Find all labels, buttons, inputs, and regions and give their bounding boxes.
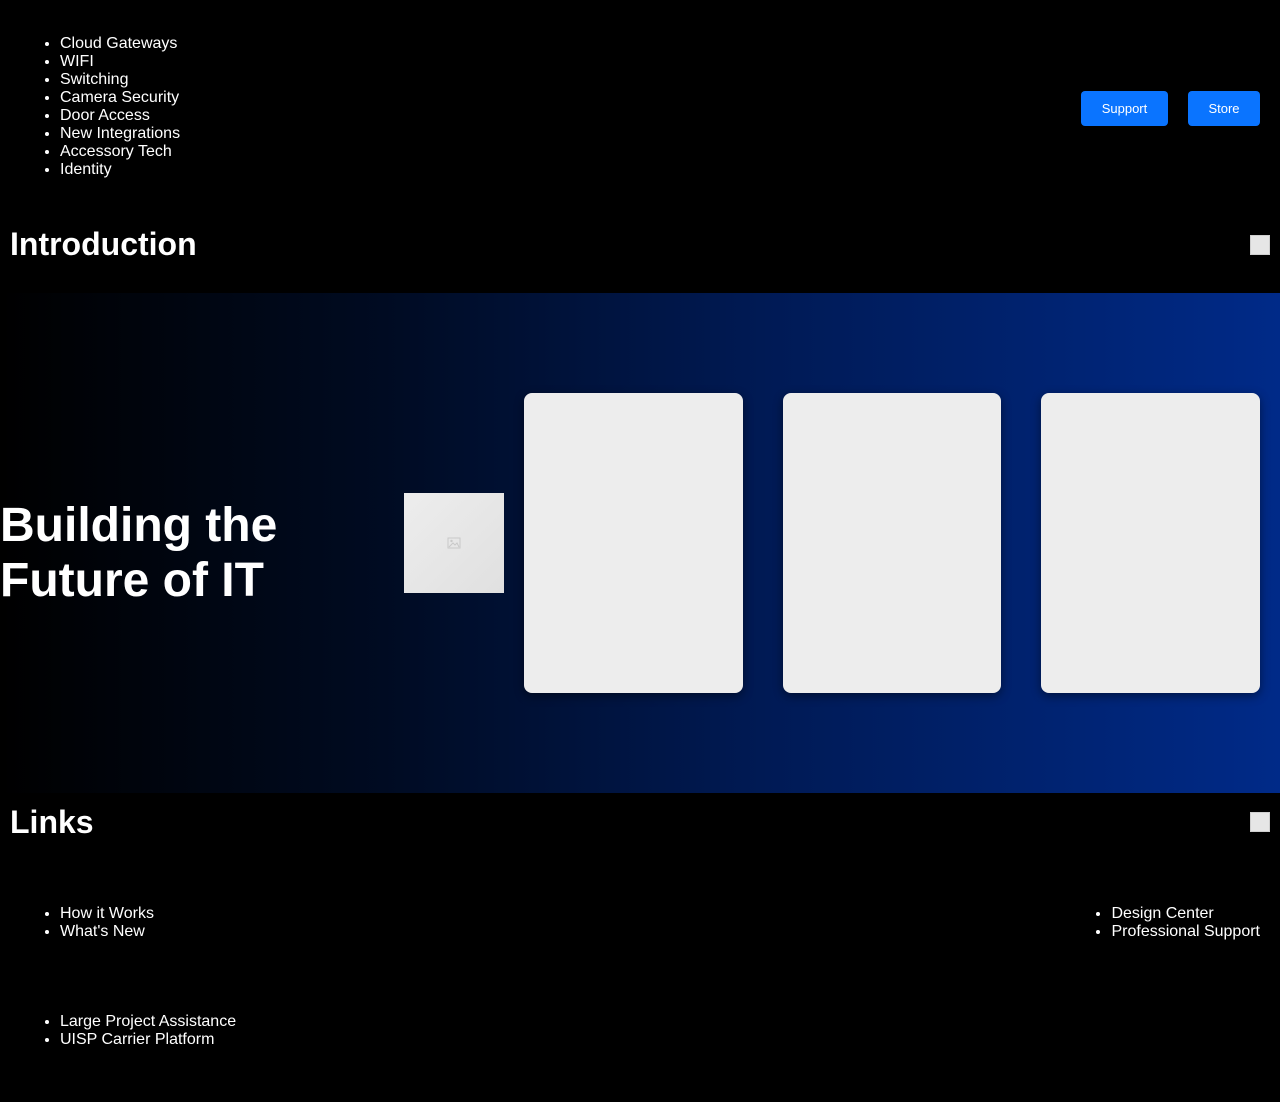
nav-item-cloud-gateways: Cloud Gateways (60, 35, 180, 53)
list-item: Professional Support (1111, 923, 1260, 941)
nav-item-camera-security: Camera Security (60, 89, 180, 107)
design-center-link[interactable]: Design Center (1111, 905, 1213, 922)
how-it-works-link[interactable]: How it Works (60, 905, 154, 922)
list-item: Design Center (1111, 905, 1260, 923)
nav-item-wifi: WIFI (60, 53, 180, 71)
nav-link[interactable]: Accessory Tech (60, 143, 172, 160)
nav-link[interactable]: Door Access (60, 107, 150, 124)
links-group-projects: Large Project Assistance UISP Carrier Pl… (20, 1013, 236, 1049)
nav-link[interactable]: Camera Security (60, 89, 179, 106)
uisp-carrier-platform-link[interactable]: UISP Carrier Platform (60, 1031, 214, 1048)
hero-banner: Building the Future of IT (0, 293, 1280, 793)
introduction-heading: Introduction (10, 226, 197, 262)
nav-link[interactable]: Identity (60, 161, 112, 178)
nav-item-switching: Switching (60, 71, 180, 89)
nav-link[interactable]: Switching (60, 71, 128, 88)
nav-link[interactable]: New Integrations (60, 125, 180, 142)
nav-link[interactable]: WIFI (60, 53, 94, 70)
site-header: Cloud Gateways WIFI Switching Camera Sec… (0, 0, 1280, 200)
hero-title: Building the Future of IT (0, 499, 278, 607)
list-item: What's New (60, 923, 154, 941)
links-group-learn: How it Works What's New (20, 905, 154, 941)
nav-item-accessory-tech: Accessory Tech (60, 143, 180, 161)
nav-item-door-access: Door Access (60, 107, 180, 125)
links-group-services: Design Center Professional Support (1071, 905, 1260, 941)
list-item: Large Project Assistance (60, 1013, 236, 1031)
large-project-assistance-link[interactable]: Large Project Assistance (60, 1013, 236, 1030)
links-heading: Links (10, 804, 94, 840)
whats-new-link[interactable]: What's New (60, 923, 145, 940)
nav-link[interactable]: Cloud Gateways (60, 35, 177, 52)
page: Cloud Gateways WIFI Switching Camera Sec… (0, 0, 1280, 1102)
links-toggle[interactable] (1250, 812, 1270, 832)
support-button[interactable]: Support (1081, 91, 1168, 126)
introduction-toggle[interactable] (1250, 235, 1270, 255)
nav-item-new-integrations: New Integrations (60, 125, 180, 143)
product-card[interactable] (1041, 393, 1260, 693)
nav-item-identity: Identity (60, 161, 180, 179)
product-card[interactable] (524, 393, 743, 693)
product-card[interactable] (783, 393, 1001, 693)
list-item: UISP Carrier Platform (60, 1031, 236, 1049)
broken-image-icon (447, 537, 461, 549)
professional-support-link[interactable]: Professional Support (1111, 923, 1260, 940)
hero-thumbnail (404, 493, 504, 593)
list-item: How it Works (60, 905, 154, 923)
store-button[interactable]: Store (1188, 91, 1260, 126)
product-nav: Cloud Gateways WIFI Switching Camera Sec… (20, 35, 180, 179)
